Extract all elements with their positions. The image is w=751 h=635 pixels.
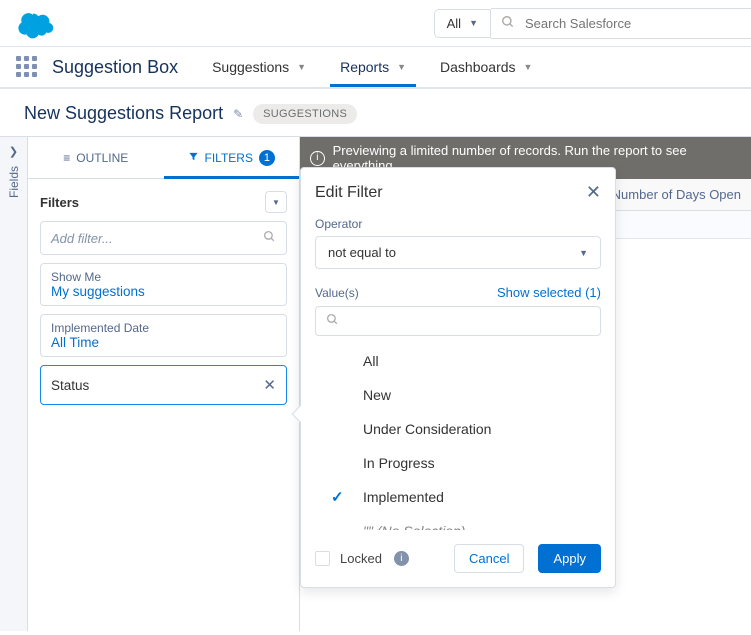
nav-item-label: Suggestions — [212, 59, 289, 75]
entity-badge: SUGGESTIONS — [253, 104, 357, 124]
tab-outline[interactable]: ≡ OUTLINE — [28, 137, 164, 178]
add-filter-input[interactable]: Add filter... — [40, 221, 287, 255]
value-option-implemented[interactable]: ✓ Implemented — [315, 480, 601, 514]
global-search-input[interactable] — [525, 16, 741, 31]
cancel-button[interactable]: Cancel — [454, 544, 524, 573]
chevron-down-icon: ▼ — [469, 18, 478, 28]
info-icon[interactable]: i — [394, 551, 409, 566]
tab-label: FILTERS — [205, 151, 253, 165]
values-option-list: All New Under Consideration In Progress … — [315, 344, 601, 530]
tab-filters[interactable]: FILTERS 1 — [164, 137, 300, 178]
close-icon[interactable]: ✕ — [586, 182, 601, 203]
nav-item-label: Reports — [340, 59, 389, 75]
object-switcher-label: All — [447, 16, 461, 31]
value-option-no-selection[interactable]: "" (No Selection) — [315, 514, 601, 530]
info-icon: i — [310, 151, 325, 166]
column-header-label: Number of Days Open — [612, 187, 741, 202]
values-label: Value(s) — [315, 286, 359, 300]
option-label: All — [363, 353, 379, 369]
chevron-right-icon[interactable]: ❯ — [9, 137, 18, 166]
filter-card-label: Implemented Date — [51, 321, 276, 335]
filters-panel-body: Filters ▼ Add filter... Show Me My sugge… — [28, 179, 299, 417]
option-label: Under Consideration — [363, 421, 491, 437]
record-header: New Suggestions Report ✎ SUGGESTIONS — [0, 89, 751, 136]
option-label: "" (No Selection) — [363, 523, 466, 530]
option-label: In Progress — [363, 455, 435, 471]
filter-card-label: Status — [51, 378, 89, 393]
nav-item-suggestions[interactable]: Suggestions ▼ — [204, 49, 314, 85]
filter-card-value: My suggestions — [51, 284, 276, 299]
operator-select[interactable]: not equal to ▼ — [315, 236, 601, 269]
fields-sidebar[interactable]: ❯ Fields — [0, 137, 28, 631]
global-header: All ▼ — [0, 0, 751, 47]
salesforce-cloud-icon — [14, 6, 58, 40]
list-icon: ≡ — [63, 151, 70, 165]
pencil-icon[interactable]: ✎ — [233, 107, 243, 121]
global-search[interactable] — [491, 8, 751, 39]
page-title: New Suggestions Report — [24, 103, 223, 124]
chevron-down-icon[interactable]: ▼ — [297, 62, 306, 72]
search-icon — [501, 15, 515, 32]
filters-heading: Filters — [40, 195, 79, 210]
value-option-under-consideration[interactable]: Under Consideration — [315, 412, 601, 446]
app-name: Suggestion Box — [52, 57, 178, 78]
operator-value: not equal to — [328, 245, 396, 260]
value-option-new[interactable]: New — [315, 378, 601, 412]
filter-card-status[interactable]: Status ✕ — [40, 365, 287, 405]
nav-item-label: Dashboards — [440, 59, 516, 75]
option-label: New — [363, 387, 391, 403]
locked-checkbox[interactable] — [315, 551, 330, 566]
nav-item-dashboards[interactable]: Dashboards ▼ — [432, 49, 540, 85]
fields-sidebar-label: Fields — [7, 166, 21, 198]
filter-card-value: All Time — [51, 335, 276, 350]
app-launcher-icon[interactable] — [16, 56, 38, 78]
operator-label: Operator — [315, 217, 601, 231]
option-label: Implemented — [363, 489, 444, 505]
show-selected-link[interactable]: Show selected (1) — [497, 285, 601, 300]
filter-card-show-me[interactable]: Show Me My suggestions — [40, 263, 287, 306]
add-filter-placeholder: Add filter... — [51, 231, 113, 246]
checkmark-icon: ✓ — [331, 488, 344, 506]
report-preview-area: i Previewing a limited number of records… — [300, 137, 751, 631]
apply-button[interactable]: Apply — [538, 544, 601, 573]
filters-menu-button[interactable]: ▼ — [265, 191, 287, 213]
values-search-input[interactable] — [315, 306, 601, 336]
close-icon[interactable]: ✕ — [263, 376, 276, 394]
tab-label: OUTLINE — [76, 151, 128, 165]
filter-card-implemented-date[interactable]: Implemented Date All Time — [40, 314, 287, 357]
left-panel: ≡ OUTLINE FILTERS 1 Filters ▼ Add filter… — [28, 137, 300, 631]
filter-count-badge: 1 — [259, 150, 275, 166]
filter-card-label: Show Me — [51, 270, 276, 284]
chevron-down-icon[interactable]: ▼ — [524, 62, 533, 72]
filter-icon — [188, 151, 199, 165]
edit-filter-popover: Edit Filter ✕ Operator not equal to ▼ Va… — [300, 167, 616, 588]
nav-item-reports[interactable]: Reports ▼ — [332, 49, 414, 85]
main-area: ❯ Fields ≡ OUTLINE FILTERS 1 Filters ▼ A — [0, 136, 751, 631]
value-option-all[interactable]: All — [315, 344, 601, 378]
popover-title: Edit Filter — [315, 184, 383, 202]
search-icon — [326, 313, 339, 326]
app-nav-bar: Suggestion Box Suggestions ▼ Reports ▼ D… — [0, 47, 751, 89]
object-switcher[interactable]: All ▼ — [434, 9, 491, 38]
chevron-down-icon: ▼ — [579, 248, 588, 258]
search-icon — [263, 230, 276, 246]
panel-tabs: ≡ OUTLINE FILTERS 1 — [28, 137, 299, 179]
value-option-in-progress[interactable]: In Progress — [315, 446, 601, 480]
chevron-down-icon[interactable]: ▼ — [397, 62, 406, 72]
locked-label: Locked — [340, 551, 382, 566]
